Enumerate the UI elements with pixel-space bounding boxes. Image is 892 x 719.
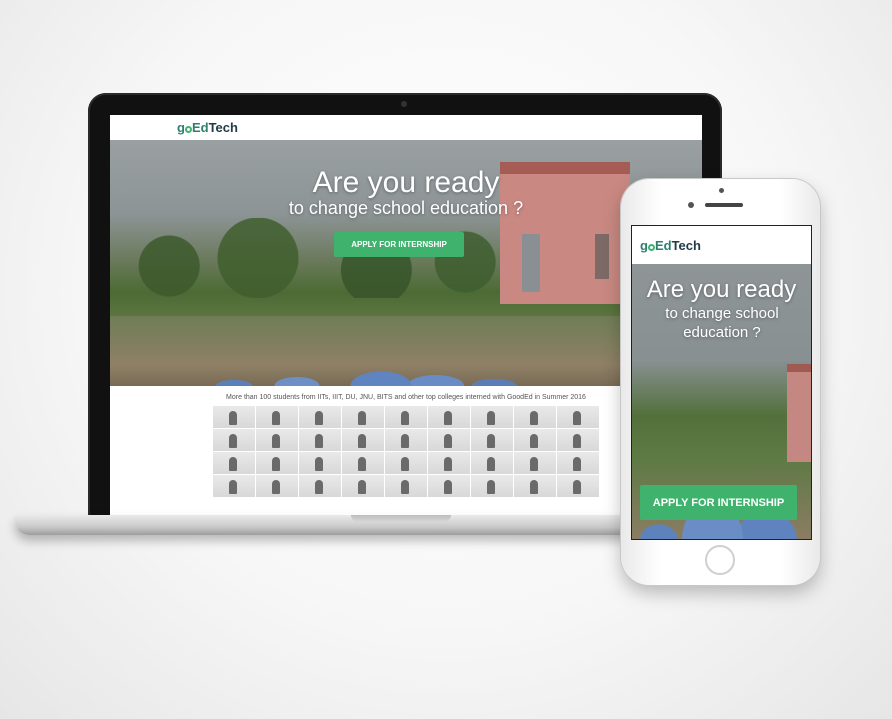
- interns-caption: More than 100 students from IITs, IIIT, …: [226, 394, 586, 401]
- intern-photo: [256, 429, 298, 451]
- intern-photo: [385, 475, 427, 497]
- intern-photo: [428, 475, 470, 497]
- intern-photo: [342, 429, 384, 451]
- hero-title: Are you ready: [312, 166, 500, 199]
- logo-g: g: [177, 120, 185, 135]
- intern-photo: [299, 475, 341, 497]
- intern-photo: [256, 475, 298, 497]
- logo-ed: Ed: [654, 237, 672, 253]
- hero-students-photo: [150, 276, 570, 386]
- intern-photo: [256, 452, 298, 474]
- ring-logo-icon: [647, 243, 655, 251]
- phone-screen: g EdTech Are you ready to change school e…: [631, 225, 812, 540]
- interns-photo-grid: [213, 406, 599, 497]
- intern-photo: [514, 475, 556, 497]
- phone-hero-title: Are you ready: [646, 276, 797, 303]
- intern-photo: [471, 429, 513, 451]
- logo-g: g: [640, 237, 648, 253]
- intern-photo: [213, 475, 255, 497]
- intern-photo: [342, 452, 384, 474]
- hero-subtitle: to change school education ?: [288, 198, 524, 218]
- intern-photo: [299, 429, 341, 451]
- phone-apply-internship-button[interactable]: APPLY FOR INTERNSHIP: [640, 485, 797, 520]
- intern-photo: [213, 406, 255, 428]
- laptop-base: [15, 515, 695, 535]
- ring-logo-icon: [184, 126, 192, 133]
- intern-photo: [557, 406, 599, 428]
- building-window: [595, 234, 609, 279]
- intern-photo: [342, 406, 384, 428]
- laptop-notch: [351, 515, 451, 522]
- intern-photo: [471, 475, 513, 497]
- logo-tech: Tech: [208, 120, 238, 135]
- intern-photo: [471, 452, 513, 474]
- phone-device: g EdTech Are you ready to change school e…: [621, 179, 820, 585]
- intern-photo: [428, 452, 470, 474]
- intern-photo: [514, 452, 556, 474]
- intern-photo: [428, 406, 470, 428]
- intern-photo: [557, 475, 599, 497]
- phone-site-logo[interactable]: g EdTech: [640, 238, 701, 253]
- intern-photo: [213, 429, 255, 451]
- speaker-icon: [705, 203, 743, 207]
- phone-site-header: g EdTech: [632, 226, 811, 264]
- intern-photo: [514, 429, 556, 451]
- site-logo[interactable]: g EdTech: [177, 120, 238, 135]
- intern-photo: [557, 452, 599, 474]
- intern-photo: [256, 406, 298, 428]
- camera-icon: [401, 101, 407, 107]
- intern-photo: [299, 406, 341, 428]
- intern-photo: [385, 452, 427, 474]
- intern-photo: [557, 429, 599, 451]
- logo-ed: Ed: [191, 120, 209, 135]
- apply-internship-button[interactable]: APPLY FOR INTERNSHIP: [334, 232, 464, 257]
- phone-hero-subtitle: to change school education ?: [665, 305, 779, 341]
- logo-tech: Tech: [671, 237, 701, 253]
- site-header: g EdTech: [110, 115, 702, 140]
- sensor-icon: [688, 202, 694, 208]
- intern-photo: [385, 429, 427, 451]
- intern-photo: [342, 475, 384, 497]
- intern-photo: [471, 406, 513, 428]
- home-button[interactable]: [705, 545, 735, 575]
- intern-photo: [428, 429, 470, 451]
- intern-photo: [299, 452, 341, 474]
- front-camera-icon: [719, 188, 724, 193]
- hero-students-photo: [632, 419, 811, 539]
- laptop-screen: g EdTech Are you ready to change school e…: [110, 115, 702, 516]
- intern-photo: [385, 406, 427, 428]
- intern-photo: [213, 452, 255, 474]
- intern-photo: [514, 406, 556, 428]
- phone-hero-section: Are you ready to change school education…: [632, 264, 811, 539]
- hero-section: Are you ready to change school education…: [110, 140, 702, 386]
